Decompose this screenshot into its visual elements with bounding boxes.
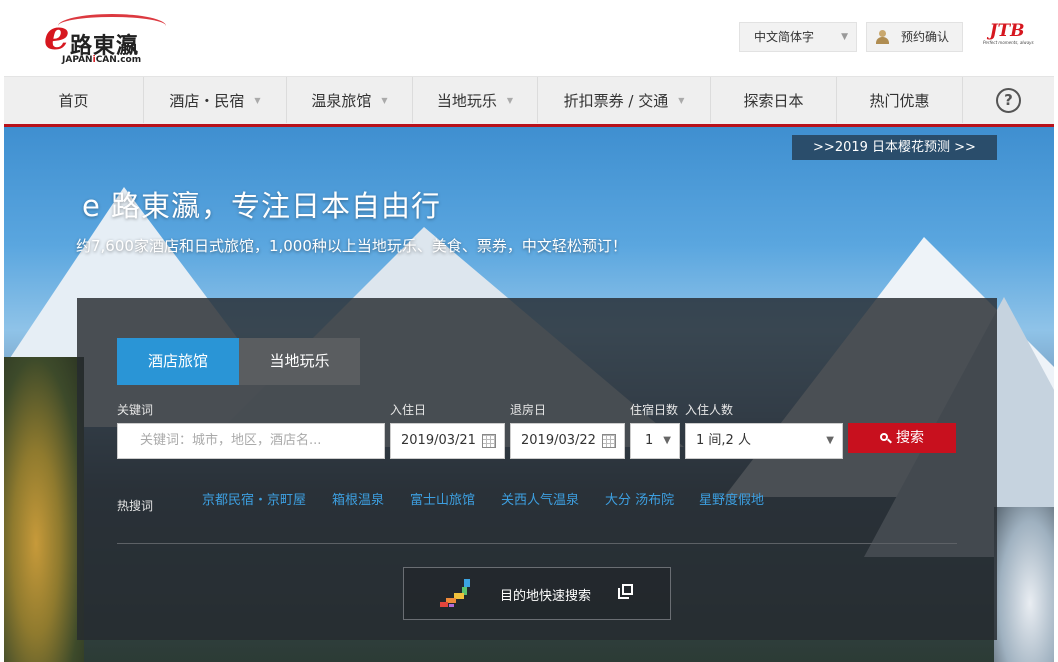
chevron-down-icon: ▼ [254, 95, 261, 105]
chevron-down-icon: ▼ [826, 435, 834, 446]
checkin-date-field[interactable]: 2019/03/21 [390, 423, 505, 459]
nav-item-hotels[interactable]: 酒店・民宿 ▼ [143, 77, 286, 123]
search-button[interactable]: 搜索 [848, 423, 956, 453]
nights-value: 1 [645, 433, 654, 448]
nav-item-explore[interactable]: 探索日本 [710, 77, 836, 123]
hot-word-link[interactable]: 京都民宿・京町屋 [202, 489, 306, 508]
nights-select[interactable]: 1 ▼ [630, 423, 680, 459]
nav-item-home[interactable]: 首页 [4, 77, 143, 123]
chevron-down-icon: ▼ [678, 95, 685, 105]
destination-quick-search-button[interactable]: 目的地快速搜索 [403, 567, 671, 620]
nav-item-tickets[interactable]: 折扣票券 / 交通 ▼ [537, 77, 710, 123]
autumn-trees [4, 357, 84, 662]
site-logo[interactable]: e 路東瀛 JAPANiCAN.com [44, 12, 168, 65]
top-header: e 路東瀛 JAPANiCAN.com 中文简体字 ▼ 预约确认 JTB Per… [0, 0, 1058, 76]
chevron-down-icon: ▼ [381, 95, 388, 105]
hot-word-link[interactable]: 关西人气温泉 [501, 489, 579, 508]
main-nav: 首页 酒店・民宿 ▼ 温泉旅馆 ▼ 当地玩乐 ▼ 折扣票券 / 交通 ▼ 探索日本 热门… [4, 76, 1054, 124]
keyword-input[interactable]: 关键词：城市，地区，酒店名... [117, 423, 385, 459]
nav-item-deals[interactable]: 热门优惠 [836, 77, 962, 123]
sakura-forecast-link[interactable]: >>2019 日本樱花预测 >> [792, 135, 997, 160]
quick-search-label: 目的地快速搜索 [500, 589, 592, 604]
hot-word-link[interactable]: 星野度假地 [699, 489, 764, 508]
keyword-label: 关键词 [117, 403, 154, 417]
language-label: 中文简体字 [754, 30, 815, 44]
user-avatar-icon [875, 30, 889, 44]
japan-map-icon [438, 579, 478, 609]
booking-confirm-label: 预约确认 [901, 30, 950, 44]
nav-label: 酒店・民宿 [169, 91, 245, 110]
external-link-icon [618, 584, 634, 600]
nav-label: 首页 [58, 91, 89, 110]
hot-word-link[interactable]: 箱根温泉 [332, 489, 384, 508]
search-icon [880, 433, 892, 444]
nav-label: 当地玩乐 [436, 91, 497, 110]
nav-label: 热门优惠 [869, 91, 930, 110]
chevron-down-icon: ▼ [506, 95, 514, 105]
search-button-label: 搜索 [896, 430, 924, 446]
logo-en-prefix: JAPAN [62, 55, 93, 65]
guests-value: 1 间,2 人 [696, 433, 751, 448]
guests-select[interactable]: 1 间,2 人 ▼ [685, 423, 843, 459]
checkin-label: 入住日 [390, 403, 427, 417]
logo-english-name: JAPANiCAN.com [62, 55, 141, 65]
hero-subtitle: 约7,600家酒店和日式旅馆，1,000种以上当地玩乐、美食、票券，中文轻松预订… [76, 237, 627, 255]
checkout-label: 退房日 [510, 403, 547, 417]
hot-word-link[interactable]: 大分 汤布院 [605, 489, 674, 508]
nav-item-onsen[interactable]: 温泉旅馆 ▼ [286, 77, 412, 123]
calendar-icon[interactable] [602, 434, 616, 448]
nav-item-activities[interactable]: 当地玩乐 ▼ [412, 77, 537, 123]
checkout-date-value: 2019/03/22 [521, 433, 596, 448]
chevron-down-icon: ▼ [841, 32, 848, 42]
tab-activities[interactable]: 当地玩乐 [239, 338, 360, 385]
nav-label: 探索日本 [743, 91, 804, 110]
jtb-logo-mark: JTB [989, 21, 1025, 41]
nav-item-help[interactable]: ? [962, 77, 1054, 123]
guests-label: 入住人数 [685, 403, 734, 417]
nav-label: 温泉旅馆 [311, 91, 372, 110]
panel-divider [117, 543, 957, 544]
hot-word-link[interactable]: 富士山旅馆 [410, 489, 475, 508]
booking-confirm-button[interactable]: 预约确认 [866, 22, 963, 52]
jtb-logo[interactable]: JTB Perfect moments, always [983, 21, 1034, 52]
help-circle-icon: ? [996, 87, 1021, 113]
nights-label: 住宿日数 [630, 403, 679, 417]
language-selector[interactable]: 中文简体字 ▼ [739, 22, 857, 52]
checkout-date-field[interactable]: 2019/03/22 [510, 423, 625, 459]
hot-words-label: 热搜词 [117, 499, 154, 513]
logo-e-mark: e [44, 12, 70, 59]
logo-en-suffix: CAN.com [95, 55, 142, 65]
search-panel: 酒店旅馆 当地玩乐 关键词 入住日 退房日 住宿日数 入住人数 关键词：城市，地… [77, 298, 997, 640]
snowy-trees [994, 507, 1054, 662]
nav-label: 折扣票券 / 交通 [563, 91, 669, 110]
calendar-icon[interactable] [482, 434, 496, 448]
tab-hotels[interactable]: 酒店旅馆 [117, 338, 239, 385]
hero-title: e 路東瀛，专注日本自由行 [82, 189, 442, 223]
jtb-tagline: Perfect moments, always [983, 40, 1034, 45]
checkin-date-value: 2019/03/21 [401, 433, 476, 448]
hero-banner: >>2019 日本樱花预测 >> e 路東瀛，专注日本自由行 约7,600家酒店… [4, 127, 1054, 662]
chevron-down-icon: ▼ [663, 435, 671, 446]
